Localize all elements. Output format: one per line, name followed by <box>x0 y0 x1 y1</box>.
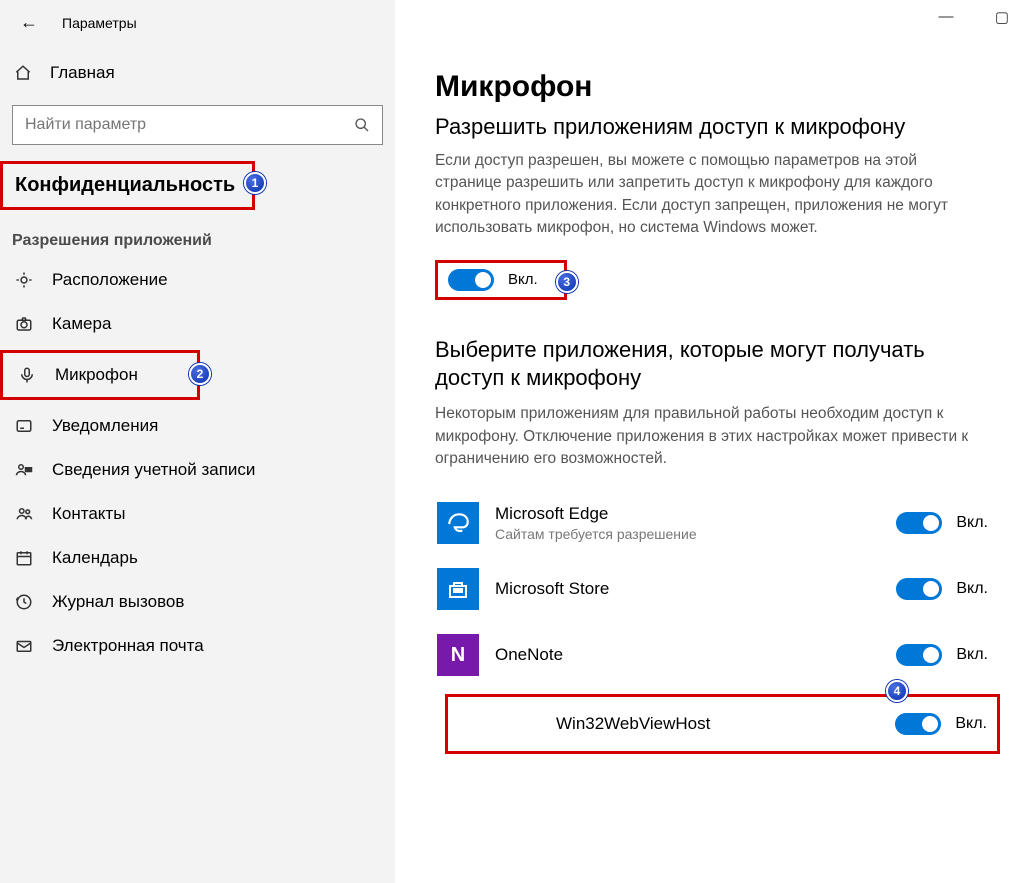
store-icon <box>437 568 479 610</box>
app-toggle-label: Вкл. <box>956 646 988 664</box>
microphone-icon <box>17 365 37 385</box>
home-icon <box>14 64 32 82</box>
sidebar-item-contacts[interactable]: Контакты <box>0 492 395 536</box>
allow-apps-heading: Разрешить приложениям доступ к микрофону <box>435 114 1000 140</box>
onenote-icon: N <box>437 634 479 676</box>
window-title: Параметры <box>62 15 137 31</box>
sidebar-item-label: Уведомления <box>52 416 158 436</box>
account-icon <box>14 460 34 480</box>
sidebar-item-microphone[interactable]: Микрофон 2 <box>0 350 200 400</box>
annotation-badge-3: 3 <box>556 271 578 293</box>
home-label: Главная <box>50 63 115 83</box>
sidebar-item-label: Электронная почта <box>52 636 204 656</box>
sidebar-item-account-info[interactable]: Сведения учетной записи <box>0 448 395 492</box>
sidebar-item-label: Контакты <box>52 504 125 524</box>
app-toggle-label: Вкл. <box>956 514 988 532</box>
edge-icon <box>437 502 479 544</box>
window-minimize-button[interactable]: — <box>932 8 960 26</box>
app-toggle-label: Вкл. <box>956 580 988 598</box>
app-row-win32webviewhost: Win32WebViewHost Вкл. <box>445 694 1000 754</box>
sidebar-item-label: Расположение <box>52 270 168 290</box>
app-row-edge: Microsoft Edge Сайтам требуется разрешен… <box>435 490 1000 556</box>
app-row-store: Microsoft Store Вкл. <box>435 556 1000 622</box>
allow-apps-toggle[interactable] <box>448 269 494 291</box>
sidebar-item-calendar[interactable]: Календарь <box>0 536 395 580</box>
back-icon[interactable]: ← <box>20 12 38 33</box>
allow-apps-toggle-wrap: Вкл. 3 <box>435 260 567 300</box>
email-icon <box>14 636 34 656</box>
app-toggle-win32webviewhost[interactable] <box>895 713 941 735</box>
search-input-wrap[interactable] <box>12 105 383 145</box>
app-name: Microsoft Edge <box>495 504 880 524</box>
call-history-icon <box>14 592 34 612</box>
sidebar-item-label: Камера <box>52 314 111 334</box>
choose-apps-description: Некоторым приложениям для правильной раб… <box>435 403 985 470</box>
app-toggle-label: Вкл. <box>955 715 987 733</box>
blank-app-icon <box>498 703 540 745</box>
sidebar: ← Параметры Главная Конфиденциальность 1… <box>0 0 395 883</box>
sidebar-item-label: Сведения учетной записи <box>52 460 255 480</box>
sidebar-item-call-history[interactable]: Журнал вызовов <box>0 580 395 624</box>
main-content: — ▢ Микрофон Разрешить приложениям досту… <box>395 0 1024 883</box>
app-name: OneNote <box>495 645 880 665</box>
sidebar-item-email[interactable]: Электронная почта <box>0 624 395 668</box>
app-row-onenote: N OneNote Вкл. <box>435 622 1000 688</box>
choose-apps-heading: Выберите приложения, которые могут получ… <box>435 336 1000 393</box>
app-permission-list: Microsoft Edge Сайтам требуется разрешен… <box>435 490 1000 754</box>
sidebar-item-notifications[interactable]: Уведомления <box>0 404 395 448</box>
annotation-badge-2: 2 <box>189 363 211 385</box>
contacts-icon <box>14 504 34 524</box>
camera-icon <box>14 314 34 334</box>
app-toggle-edge[interactable] <box>896 512 942 534</box>
window-maximize-button[interactable]: ▢ <box>988 8 1016 26</box>
privacy-header-label: Конфиденциальность <box>15 174 235 196</box>
app-name: Microsoft Store <box>495 579 880 599</box>
app-toggle-store[interactable] <box>896 578 942 600</box>
search-input[interactable] <box>25 116 354 134</box>
sidebar-item-camera[interactable]: Камера <box>0 302 395 346</box>
page-title: Микрофон <box>435 70 1000 104</box>
sidebar-item-label: Календарь <box>52 548 138 568</box>
sidebar-item-label: Микрофон <box>55 365 138 385</box>
annotation-badge-1: 1 <box>244 172 266 194</box>
allow-apps-description: Если доступ разрешен, вы можете с помощь… <box>435 150 985 240</box>
app-name: Win32WebViewHost <box>556 714 879 734</box>
location-icon <box>14 270 34 290</box>
allow-apps-toggle-label: Вкл. <box>508 271 538 288</box>
sidebar-item-label: Журнал вызовов <box>52 592 184 612</box>
sidebar-item-home[interactable]: Главная <box>0 53 395 93</box>
privacy-section-header[interactable]: Конфиденциальность 1 <box>0 161 255 210</box>
app-subtext: Сайтам требуется разрешение <box>495 526 880 542</box>
search-icon <box>354 117 370 133</box>
permissions-section-header: Разрешения приложений <box>0 218 395 258</box>
notifications-icon <box>14 416 34 436</box>
sidebar-item-location[interactable]: Расположение <box>0 258 395 302</box>
calendar-icon <box>14 548 34 568</box>
app-toggle-onenote[interactable] <box>896 644 942 666</box>
